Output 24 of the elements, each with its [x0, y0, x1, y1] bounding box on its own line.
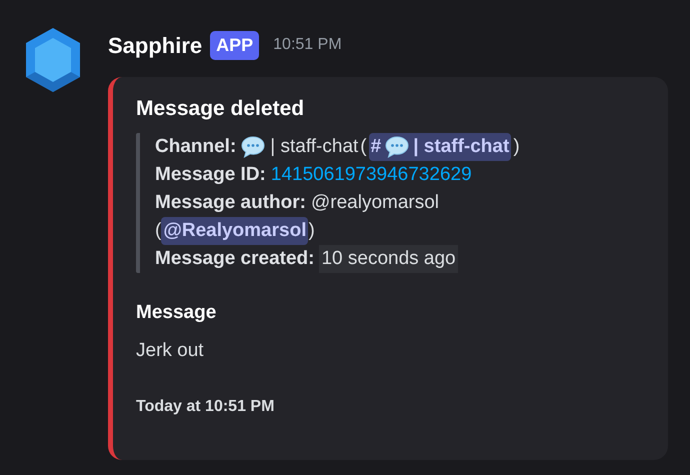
username[interactable]: Sapphire: [108, 28, 202, 62]
field-label: Message author:: [155, 191, 306, 215]
parenthesis: (: [155, 219, 162, 243]
section-heading: Message: [136, 301, 218, 325]
channel-name: | staff-chat: [270, 135, 358, 159]
speech-bubble-icon: [240, 135, 266, 159]
timestamp: 10:51 PM: [273, 35, 342, 55]
field-label: Message created:: [155, 247, 314, 271]
embed-footer: Today at 10:51 PM: [136, 393, 668, 421]
hexagon-avatar[interactable]: [24, 26, 82, 94]
field-label: Message ID:: [155, 163, 266, 187]
message-id-link[interactable]: 1415061973946732629: [270, 161, 472, 189]
author-handle: @realyomarsol: [310, 191, 440, 215]
speech-bubble-icon: [384, 135, 410, 159]
parenthesis: (: [360, 135, 367, 159]
parenthesis: ): [513, 135, 520, 159]
user-mention[interactable]: @Realyomarsol: [161, 217, 308, 245]
message-text: Jerk out: [136, 339, 205, 363]
embed-title: Message deleted: [136, 96, 306, 122]
created-time: 10 seconds ago: [319, 245, 458, 273]
parenthesis: ): [308, 219, 315, 243]
app-badge: APP: [210, 30, 260, 60]
field-label: Channel:: [155, 135, 236, 159]
channel-mention[interactable]: # | staff-chat: [368, 133, 512, 161]
